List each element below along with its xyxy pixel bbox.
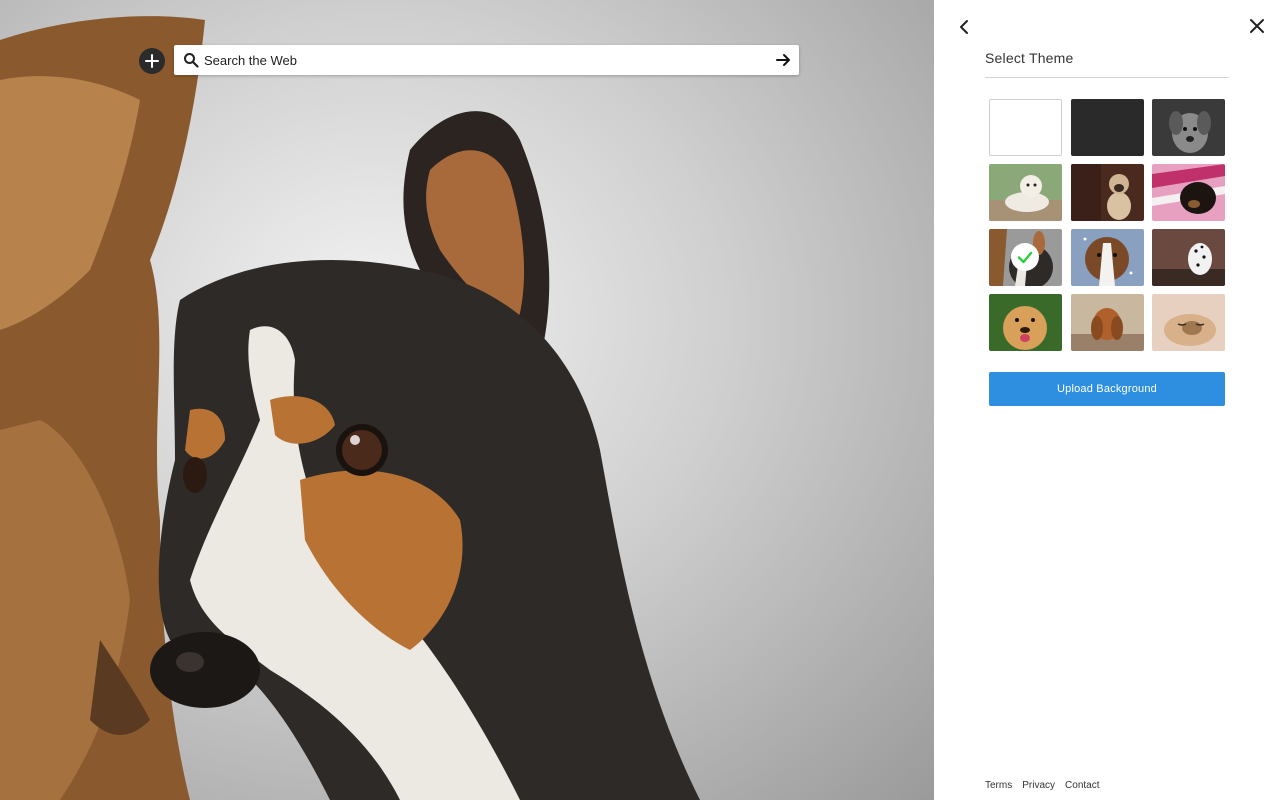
search-input[interactable] <box>204 45 764 75</box>
theme-tile-sleeping-puppy[interactable] <box>1152 294 1225 351</box>
search-icon <box>184 53 199 68</box>
footer-links: Terms Privacy Contact <box>985 780 1100 791</box>
theme-tile-black-puppy[interactable] <box>1152 164 1225 221</box>
privacy-link[interactable]: Privacy <box>1022 780 1055 791</box>
arrow-right-icon[interactable] <box>774 51 792 69</box>
contact-link[interactable]: Contact <box>1065 780 1099 791</box>
theme-panel: Select Theme Upload Background Terms Pri… <box>934 0 1280 800</box>
theme-tile-pug[interactable] <box>1070 164 1144 221</box>
theme-tile-cocker-spaniel[interactable] <box>1070 294 1144 351</box>
terms-link[interactable]: Terms <box>985 780 1012 791</box>
background-image <box>0 0 934 800</box>
theme-tile-dark[interactable] <box>1070 99 1144 156</box>
search-bar <box>174 45 799 75</box>
dogs-photo <box>0 16 701 800</box>
theme-grid <box>989 99 1225 351</box>
upload-background-button[interactable]: Upload Background <box>989 372 1225 406</box>
divider <box>985 77 1229 78</box>
theme-tile-dalmatian[interactable] <box>1152 229 1225 286</box>
chevron-left-icon[interactable] <box>956 18 974 36</box>
panel-title: Select Theme <box>985 50 1074 66</box>
theme-tile-golden-retriever[interactable] <box>989 294 1062 351</box>
close-icon[interactable] <box>1247 16 1267 36</box>
add-shortcut-button[interactable] <box>139 48 165 74</box>
selected-check <box>1011 243 1039 271</box>
theme-tile-saint-bernard[interactable] <box>1070 229 1144 286</box>
theme-tile-labrador-puppy[interactable] <box>989 164 1062 221</box>
checkmark-icon <box>1017 251 1033 264</box>
plus-icon <box>145 54 159 68</box>
theme-tile-grey-puppy[interactable] <box>1152 99 1225 156</box>
theme-tile-two-dogs[interactable] <box>989 229 1062 286</box>
theme-tile-white[interactable] <box>989 99 1062 156</box>
